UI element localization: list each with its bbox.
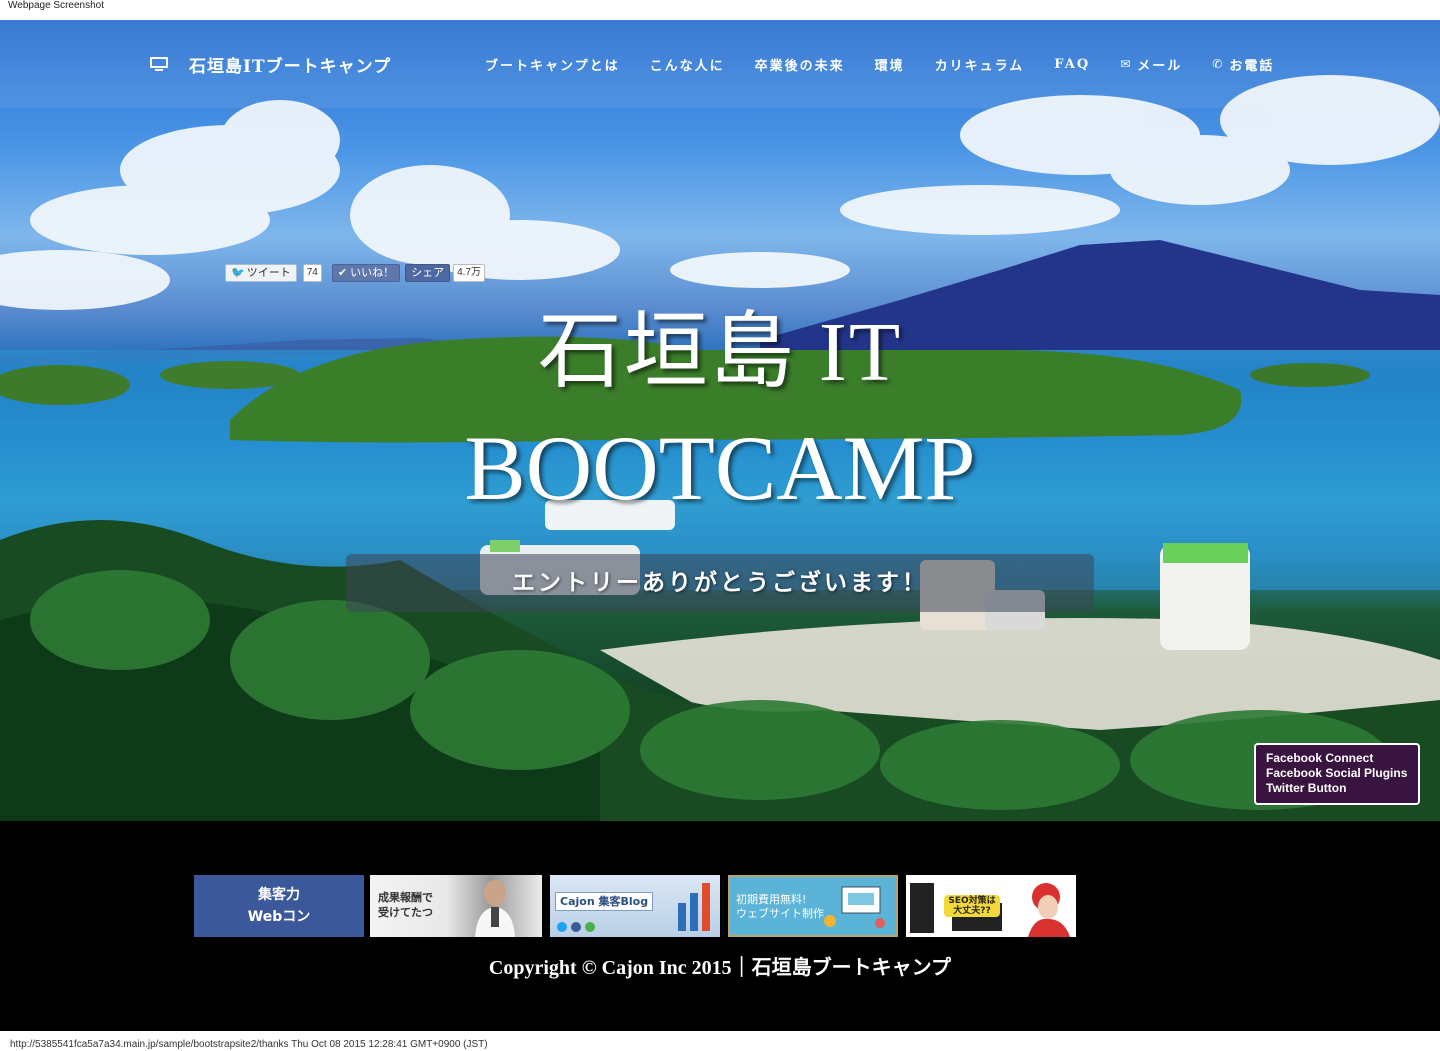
tweet-button[interactable]: 🐦 ツイート [225, 263, 297, 282]
nav-item-curriculum[interactable]: カリキュラム [935, 55, 1025, 74]
tweet-label: ツイート [246, 266, 291, 279]
nav-label: FAQ [1054, 56, 1091, 72]
nav-menu: ブートキャンプとは こんな人に 卒業後の未来 環境 カリキュラム FAQ ✉ メー… [470, 50, 1289, 78]
twitter-bird-icon: 🐦 [231, 266, 245, 279]
brand-link[interactable]: 石垣島ITブートキャンプ [150, 50, 391, 78]
share-count: 4.7万 [453, 263, 486, 282]
banner-seo[interactable]: SEO対策は 大丈夫?? [906, 875, 1076, 937]
fb-widget-line: Twitter Button [1266, 781, 1347, 795]
banner-line: 大丈夫?? [953, 906, 991, 916]
fb-plugin-widget[interactable]: Facebook Connect Facebook Social Plugins… [1254, 743, 1420, 805]
brand-name: 石垣島ITブートキャンプ [189, 56, 392, 77]
copyright-text: Copyright © Cajon Inc 2015｜石垣島ブートキャンプ [488, 957, 952, 979]
banner-text: 成果報酬で 受けてたつ [378, 890, 433, 920]
nav-item-about[interactable]: ブートキャンプとは [485, 55, 620, 74]
status-bar: http://5385541fca5a7a34.main.jp/sample/b… [10, 1039, 488, 1050]
website-graphic [824, 886, 885, 928]
thanks-message: エントリーありがとうございます！ [346, 554, 1094, 612]
banner-text: SEO対策は 大丈夫?? [944, 895, 1000, 917]
banner-line: SEO対策は [948, 896, 996, 906]
nav-label: ブートキャンプとは [485, 58, 620, 74]
man-illustration [475, 880, 515, 937]
nav-label: 卒業後の未来 [754, 58, 845, 74]
banner-cajon-blog[interactable]: Cajon 集客Blog [550, 875, 720, 937]
nav-label: メール [1137, 58, 1183, 74]
nav-item-future[interactable]: 卒業後の未来 [755, 55, 845, 74]
share-button[interactable]: シェア [405, 263, 451, 282]
banner-webcon[interactable]: 集客力 Webコン [194, 875, 364, 937]
banner-website-production[interactable]: 初期費用無料! ウェブサイト制作 [728, 875, 898, 937]
share-label: シェア [411, 266, 445, 279]
nav-label: 環境 [874, 58, 905, 74]
footer: 集客力 Webコン 成果報酬で 受けてたつ Cajon 集客Blog 初期費用無… [0, 821, 1440, 1031]
capture-label: Webpage Screenshot [8, 0, 104, 11]
like-label: いいね！ [350, 266, 395, 279]
nav-item-target[interactable]: こんな人に [650, 55, 725, 74]
hero-section: 石垣島ITブートキャンプ ブートキャンプとは こんな人に 卒業後の未来 環境 カ… [0, 20, 1440, 821]
banner-line: 受けてたつ [378, 906, 433, 919]
like-button[interactable]: ✔ いいね！ [331, 263, 401, 282]
envelope-icon: ✉ [1120, 57, 1133, 71]
nav-label: こんな人に [649, 58, 725, 74]
monitor-icon [150, 57, 168, 71]
fb-widget-line: Facebook Connect [1266, 751, 1374, 765]
phone-icon: ✆ [1212, 57, 1225, 71]
fb-widget-line: Facebook Social Plugins [1266, 766, 1408, 780]
tweet-count: 74 [302, 263, 322, 282]
nav-item-mail[interactable]: ✉ メール [1120, 55, 1182, 74]
nav-label: カリキュラム [934, 58, 1025, 74]
navbar: 石垣島ITブートキャンプ ブートキャンプとは こんな人に 卒業後の未来 環境 カ… [0, 20, 1440, 108]
banner-text: Webコン [247, 909, 311, 925]
banner-performance[interactable]: 成果報酬で 受けてたつ [370, 875, 542, 937]
nav-label: お電話 [1229, 58, 1275, 74]
hero-title-line1: 石垣島 IT [537, 306, 903, 399]
nav-item-phone[interactable]: ✆ お電話 [1212, 55, 1274, 74]
hero-title-line2: BOOTCAMP [464, 417, 976, 519]
nav-item-environment[interactable]: 環境 [875, 55, 905, 74]
banner-text: 集客力 [258, 887, 300, 903]
banner-line: 成果報酬で [378, 891, 433, 904]
nav-item-faq[interactable]: FAQ [1054, 57, 1090, 72]
social-buttons: 🐦 ツイート 74 ✔ いいね！ シェア 4.7万 [225, 263, 486, 282]
seo-graphic [557, 883, 710, 932]
